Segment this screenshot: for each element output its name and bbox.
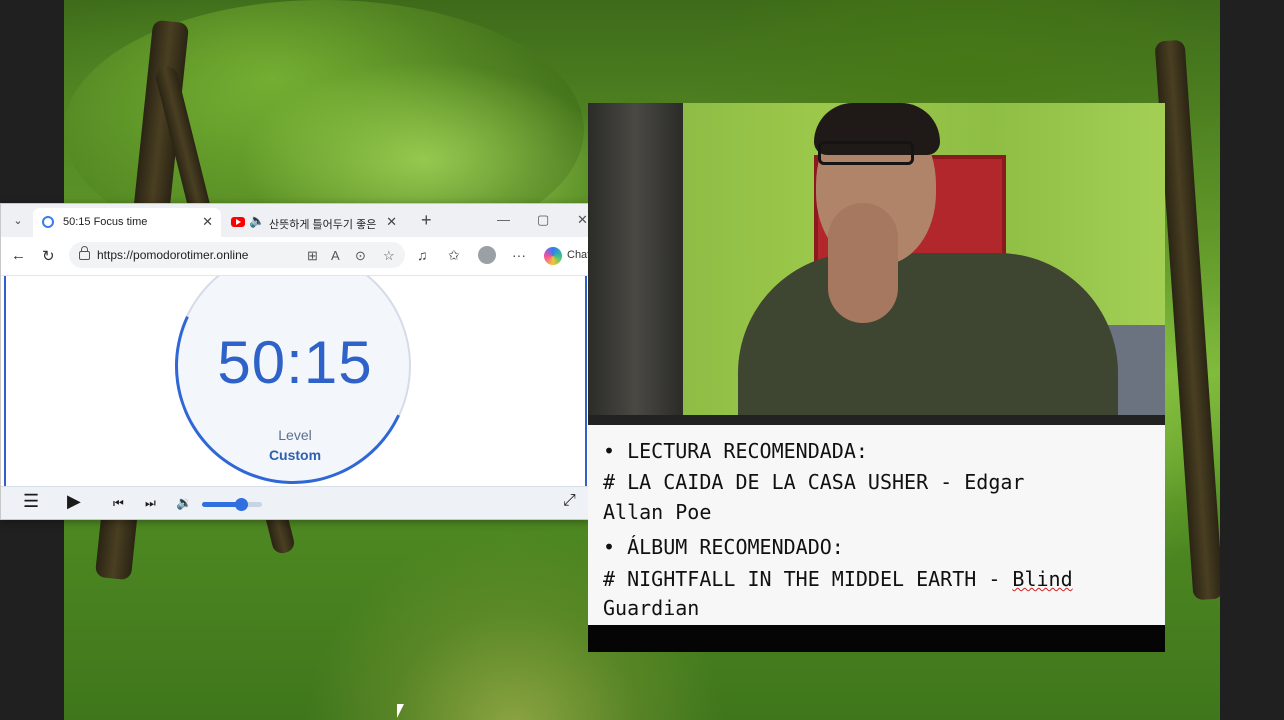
youtube-favicon-icon bbox=[231, 217, 245, 227]
chat-label[interactable]: Chat bbox=[567, 249, 589, 261]
close-window-button[interactable]: ✕ bbox=[577, 212, 588, 228]
glasses bbox=[818, 141, 914, 165]
app-available-icon[interactable]: ⊞ bbox=[307, 248, 318, 264]
read-aloud-icon[interactable]: A bbox=[331, 248, 340, 263]
minimize-button[interactable]: — bbox=[497, 212, 510, 227]
favorites-icon[interactable]: ✩ bbox=[448, 247, 460, 264]
tab-actions-chevron-icon[interactable]: ⌄ bbox=[7, 211, 29, 231]
reading-heading: • LECTURA RECOMENDADA: bbox=[603, 439, 868, 463]
media-control-icon[interactable]: ♫ bbox=[417, 247, 428, 263]
pomodoro-favicon-icon bbox=[42, 216, 54, 228]
more-menu-icon[interactable]: ··· bbox=[512, 247, 526, 263]
back-arrow-icon[interactable]: ← bbox=[11, 247, 26, 264]
tab-title: 50:15 Focus time bbox=[63, 216, 148, 228]
player-controls: ☰ ▶ ⏮ ⏭ 🔉 ⤢ bbox=[1, 486, 589, 519]
previous-icon[interactable]: ⏮ bbox=[113, 496, 124, 511]
fullscreen-icon[interactable]: ⤢ bbox=[563, 492, 576, 510]
webcam-feed bbox=[588, 103, 1165, 425]
level-label: Level bbox=[278, 427, 312, 443]
person-jacket bbox=[738, 253, 1118, 425]
reading-title: # LA CAIDA DE LA CASA USHER - Edgar bbox=[603, 470, 1025, 494]
volume-icon[interactable]: 🔉 bbox=[176, 495, 192, 511]
album-title: # NIGHTFALL IN THE MIDDEL EARTH - Blind bbox=[603, 565, 1073, 594]
new-tab-button[interactable]: + bbox=[421, 210, 432, 231]
url-input[interactable]: https://pomodorotimer.online ⊞ A ⊙ ☆ bbox=[69, 242, 405, 268]
right-letterbox bbox=[1220, 0, 1284, 720]
audio-playing-icon[interactable]: 🔈 bbox=[249, 213, 265, 229]
close-tab-icon[interactable]: ✕ bbox=[202, 214, 213, 230]
person-hand bbox=[828, 203, 898, 323]
browser-window: ⌄ 50:15 Focus time ✕ 🔈 산뜻하게 틀어두기 좋은 ✕ + … bbox=[0, 203, 590, 520]
maximize-button[interactable]: ▢ bbox=[537, 212, 549, 228]
tab-title: 산뜻하게 틀어두기 좋은 bbox=[269, 219, 377, 231]
volume-slider[interactable] bbox=[202, 498, 262, 511]
favorite-star-icon[interactable]: ☆ bbox=[383, 248, 395, 264]
album-title-text: # NIGHTFALL IN THE MIDDEL EARTH - bbox=[603, 567, 1013, 591]
recommendations-panel: • LECTURA RECOMENDADA: # LA CAIDA DE LA … bbox=[588, 425, 1165, 625]
page-border bbox=[4, 276, 6, 486]
close-tab-icon[interactable]: ✕ bbox=[386, 214, 397, 230]
album-heading: • ÁLBUM RECOMENDADO: bbox=[603, 535, 844, 559]
hamburger-icon[interactable]: ☰ bbox=[23, 491, 39, 512]
album-artist-rest: Guardian bbox=[603, 596, 700, 620]
next-icon[interactable]: ⏭ bbox=[145, 496, 156, 511]
album-artist-first: Blind bbox=[1012, 567, 1073, 591]
panel-footer-bar bbox=[588, 625, 1165, 652]
copilot-icon[interactable] bbox=[544, 247, 562, 265]
timer-display: 50:15 bbox=[217, 329, 373, 396]
volume-handle[interactable] bbox=[235, 498, 248, 511]
reading-author: Allan Poe bbox=[603, 500, 712, 524]
wardrobe bbox=[588, 103, 683, 425]
page-border bbox=[585, 276, 587, 486]
address-bar: ← ↻ https://pomodorotimer.online ⊞ A ⊙ ☆… bbox=[1, 237, 589, 276]
more-tools-icon[interactable]: ⊙ bbox=[355, 248, 366, 264]
level-value[interactable]: Custom bbox=[175, 447, 415, 463]
url-text: https://pomodorotimer.online bbox=[97, 248, 249, 262]
tab-focus-time[interactable]: 50:15 Focus time ✕ bbox=[33, 208, 221, 237]
play-icon[interactable]: ▶ bbox=[67, 491, 81, 512]
profile-avatar[interactable] bbox=[478, 246, 496, 264]
lock-icon[interactable] bbox=[79, 246, 90, 260]
webcam-edge bbox=[588, 415, 1165, 425]
tab-bar: ⌄ 50:15 Focus time ✕ 🔈 산뜻하게 틀어두기 좋은 ✕ + … bbox=[1, 204, 589, 237]
tab-youtube[interactable]: 🔈 산뜻하게 틀어두기 좋은 ✕ bbox=[225, 208, 405, 237]
refresh-icon[interactable]: ↻ bbox=[42, 247, 55, 265]
pomodoro-page: 50:15 Level Custom bbox=[1, 276, 589, 486]
mouse-cursor-icon bbox=[397, 704, 404, 718]
